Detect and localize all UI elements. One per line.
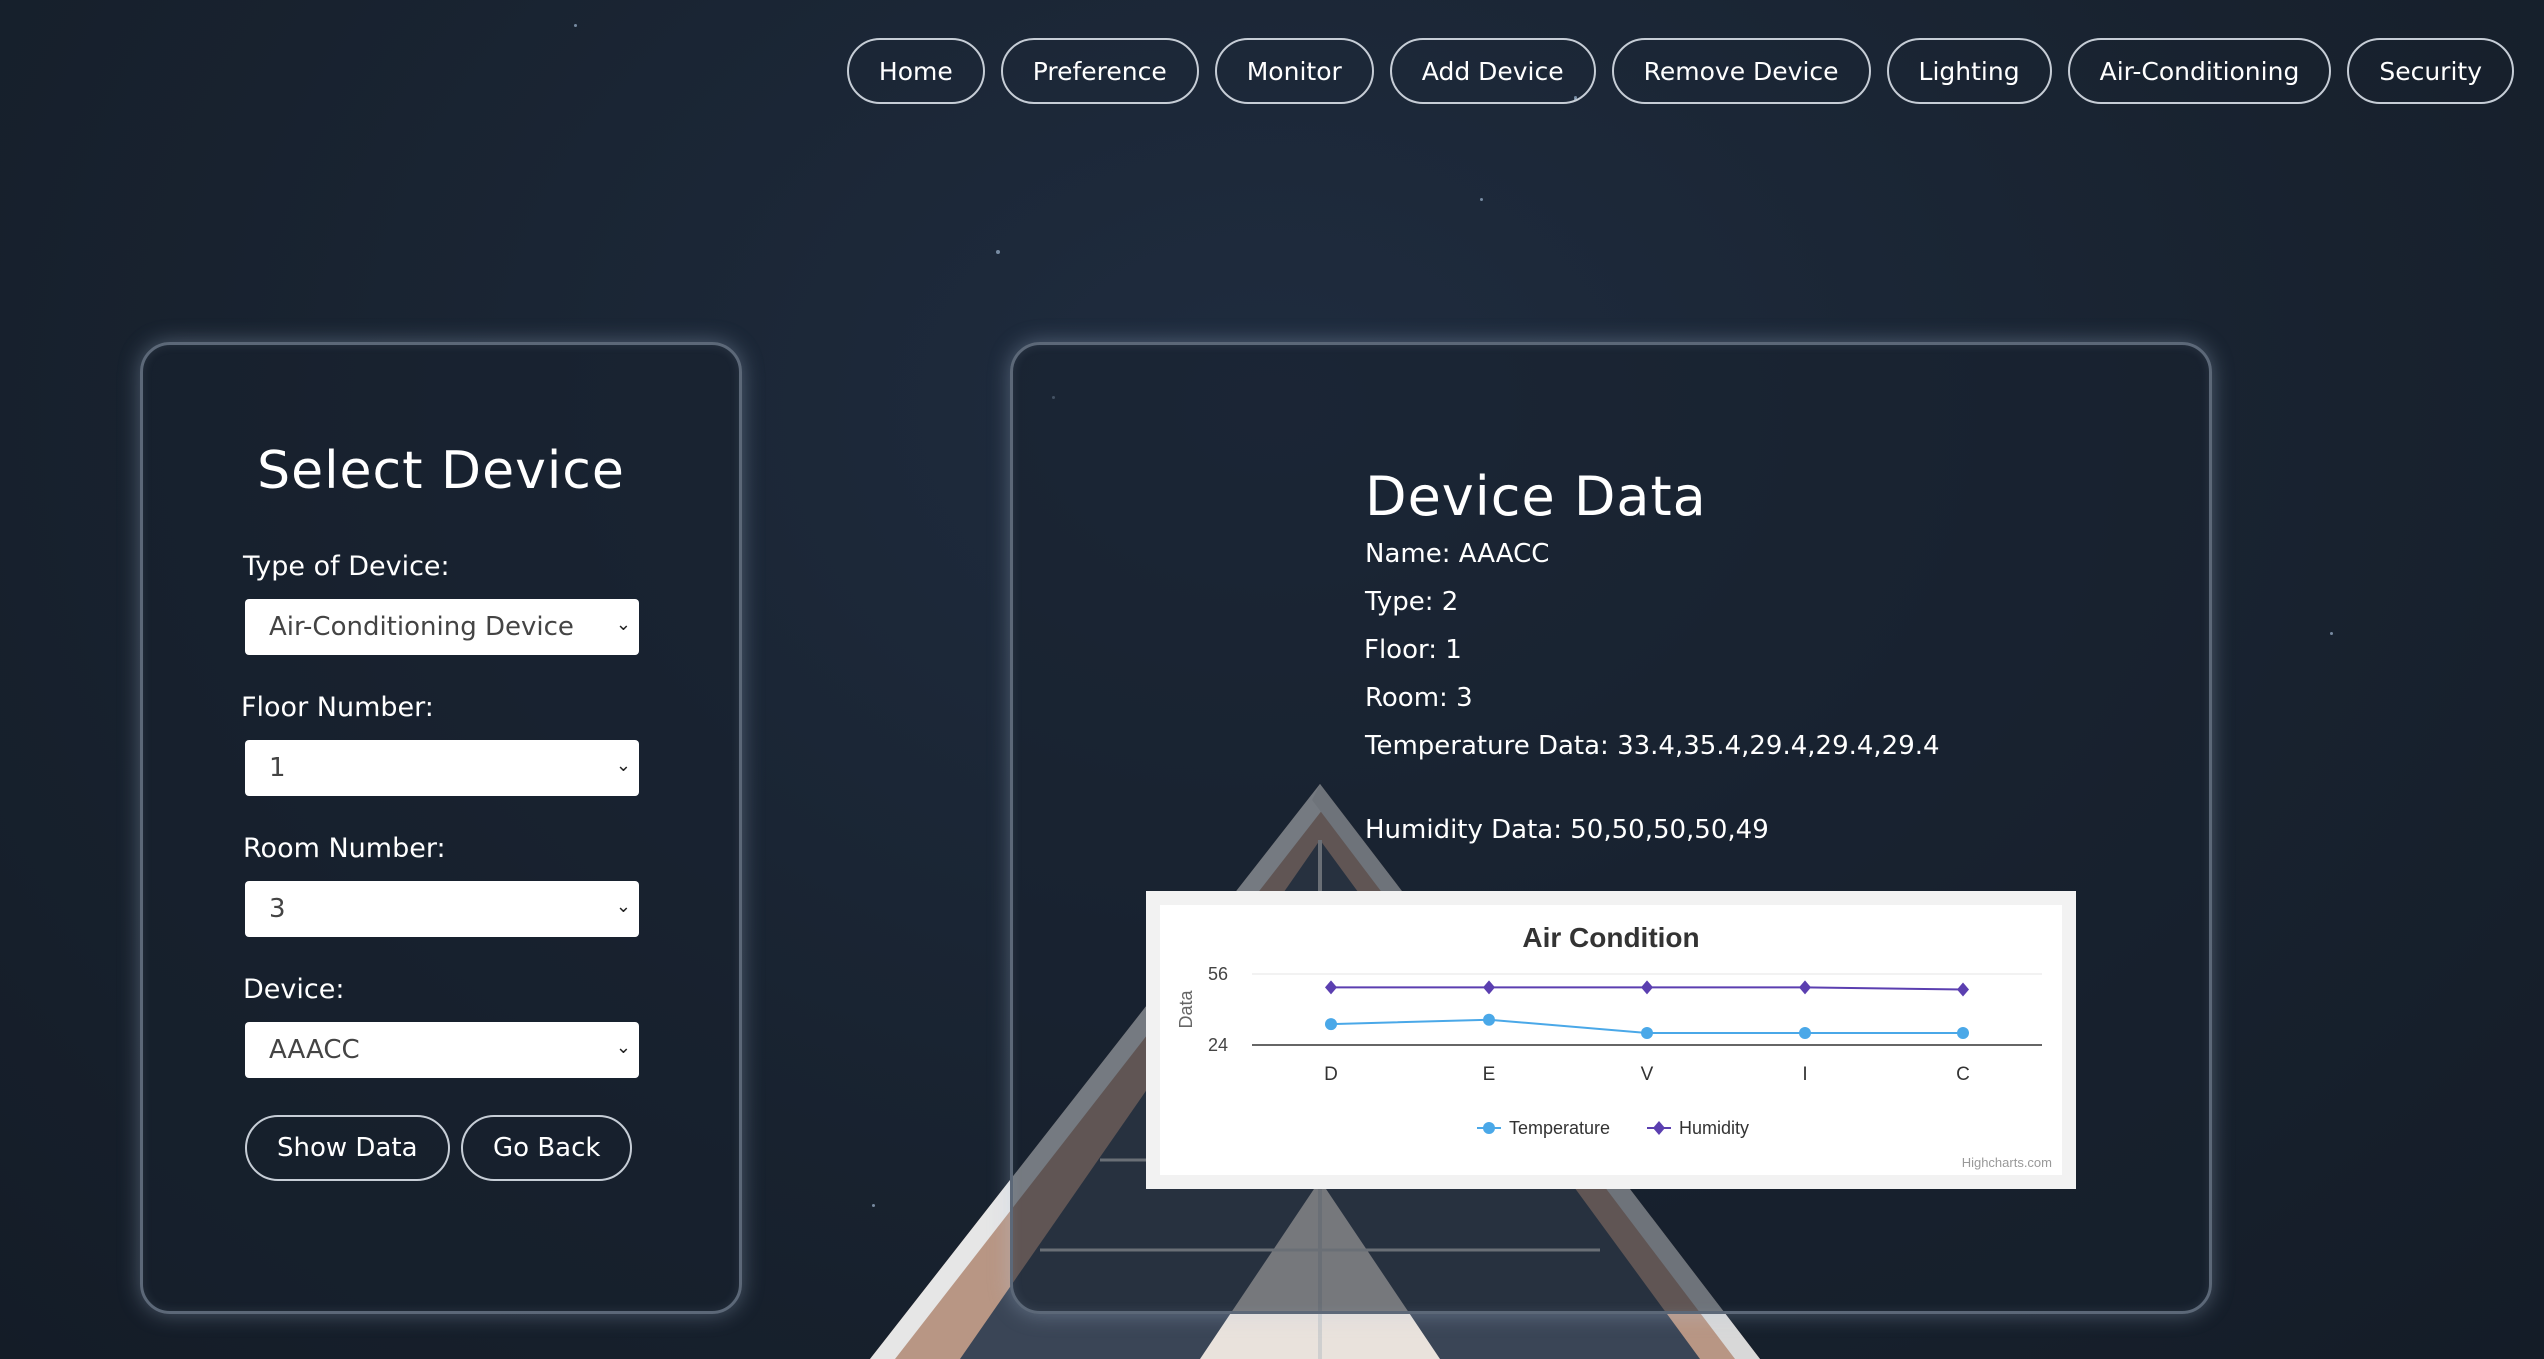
room-number-select[interactable]: 3 ⌄: [245, 881, 639, 937]
nav-monitor[interactable]: Monitor: [1214, 38, 1374, 104]
star: [1480, 198, 1483, 201]
y-tick-label: 56: [1208, 964, 1228, 984]
device-label: Device:: [243, 974, 345, 1005]
temperature-point: [1325, 1018, 1337, 1031]
star: [996, 250, 1000, 254]
x-tick-label: C: [1956, 1064, 1970, 1085]
device-type: Type: 2: [1365, 587, 1459, 617]
select-device-panel: Select Device Type of Device: Air-Condit…: [140, 342, 742, 1314]
nav-preference[interactable]: Preference: [1000, 38, 1199, 104]
temperature-point: [1641, 1027, 1653, 1040]
device-name: Name: AAACC: [1365, 539, 1550, 569]
device-value: AAACC: [269, 1035, 360, 1065]
humidity-point: [1641, 980, 1653, 995]
nav-home[interactable]: Home: [846, 38, 985, 104]
chart-title: Air Condition: [1522, 922, 1699, 953]
chart-area: Air Condition 24 56 Data D E V I C Temperature Hum…: [1160, 905, 2062, 1175]
floor-number-select[interactable]: 1 ⌄: [245, 740, 639, 796]
nav-security[interactable]: Security: [2347, 38, 2514, 104]
humidity-point: [1325, 980, 1337, 995]
type-of-device-select[interactable]: Air-Conditioning Device ⌄: [245, 599, 639, 655]
type-of-device-label: Type of Device:: [243, 551, 450, 582]
type-of-device-value: Air-Conditioning Device: [269, 612, 574, 642]
humidity-point: [1799, 980, 1811, 995]
chart-credits: Highcharts.com: [1962, 1155, 2052, 1170]
top-nav: Home Preference Monitor Add Device Remov…: [846, 38, 2514, 104]
nav-remove-device[interactable]: Remove Device: [1611, 38, 1871, 104]
room-number-value: 3: [269, 894, 286, 924]
star: [2330, 632, 2333, 635]
legend-item: Temperature: [1509, 1118, 1610, 1138]
nav-lighting[interactable]: Lighting: [1886, 38, 2052, 104]
legend-marker: [1653, 1121, 1665, 1135]
nav-add-device[interactable]: Add Device: [1389, 38, 1596, 104]
temperature-data: Temperature Data: 33.4,35.4,29.4,29.4,29…: [1365, 731, 1940, 761]
show-data-button[interactable]: Show Data: [245, 1115, 450, 1181]
select-device-title: Select Device: [257, 441, 625, 501]
temperature-point: [1483, 1013, 1495, 1026]
x-tick-label: E: [1483, 1064, 1496, 1085]
legend-item: Humidity: [1679, 1118, 1749, 1138]
nav-air-conditioning[interactable]: Air-Conditioning: [2067, 38, 2332, 104]
star: [872, 1204, 875, 1207]
device-room: Room: 3: [1365, 683, 1473, 713]
floor-number-value: 1: [269, 753, 286, 783]
chevron-down-icon: ⌄: [615, 614, 631, 635]
floor-number-label: Floor Number:: [241, 692, 434, 723]
star: [574, 24, 577, 27]
humidity-point: [1957, 982, 1969, 997]
humidity-point: [1483, 980, 1495, 995]
chart-container: Air Condition 24 56 Data D E V I C Temperature Hum…: [1146, 891, 2076, 1189]
temperature-point: [1957, 1027, 1969, 1040]
humidity-data: Humidity Data: 50,50,50,50,49: [1365, 815, 1769, 845]
room-number-label: Room Number:: [243, 833, 446, 864]
device-data-title: Device Data: [1365, 465, 1707, 528]
air-condition-chart: Air Condition 24 56 Data D E V I C Temperature Hum…: [1176, 922, 2052, 1170]
temperature-point: [1799, 1027, 1811, 1040]
legend-marker: [1483, 1122, 1495, 1134]
x-tick-label: D: [1324, 1064, 1338, 1085]
chevron-down-icon: ⌄: [615, 755, 631, 776]
device-select[interactable]: AAACC ⌄: [245, 1022, 639, 1078]
device-floor: Floor: 1: [1364, 635, 1462, 665]
chevron-down-icon: ⌄: [615, 1037, 631, 1058]
y-tick-label: 24: [1208, 1035, 1228, 1055]
y-axis-label: Data: [1176, 990, 1196, 1029]
go-back-button[interactable]: Go Back: [461, 1115, 633, 1181]
x-tick-label: I: [1802, 1064, 1807, 1085]
chevron-down-icon: ⌄: [615, 896, 631, 917]
x-tick-label: V: [1641, 1064, 1654, 1085]
